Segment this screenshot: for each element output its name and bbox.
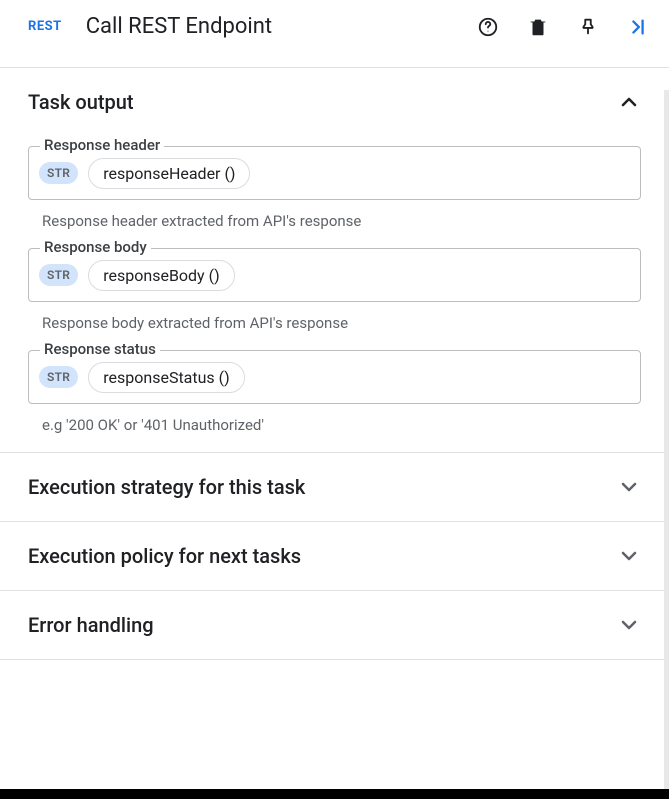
field-response-header: Response header STR responseHeader () xyxy=(28,146,641,200)
section-title: Task output xyxy=(28,90,134,114)
section-title: Error handling xyxy=(28,613,154,637)
chevron-down-icon xyxy=(617,544,641,568)
section-header-execution-strategy[interactable]: Execution strategy for this task xyxy=(0,453,669,521)
type-badge-str: STR xyxy=(39,366,78,388)
bottom-border xyxy=(0,789,669,799)
scrollbar[interactable] xyxy=(664,90,669,789)
type-badge-str: STR xyxy=(39,162,78,184)
chevron-down-icon xyxy=(617,475,641,499)
section-header-error-handling[interactable]: Error handling xyxy=(0,591,669,659)
section-title: Execution policy for next tasks xyxy=(28,544,301,568)
section-title: Execution strategy for this task xyxy=(28,475,305,499)
help-icon[interactable] xyxy=(477,16,499,38)
field-input-box[interactable]: STR responseHeader () xyxy=(28,146,641,200)
collapse-panel-icon[interactable] xyxy=(627,16,649,38)
section-error-handling: Error handling xyxy=(0,591,669,660)
header-actions xyxy=(477,16,649,38)
field-help-text: e.g '200 OK' or '401 Unauthorized' xyxy=(42,416,641,434)
field-input-box[interactable]: STR responseStatus () xyxy=(28,350,641,404)
chevron-down-icon xyxy=(617,613,641,637)
section-execution-strategy: Execution strategy for this task xyxy=(0,453,669,522)
section-header-task-output[interactable]: Task output xyxy=(0,68,669,128)
section-header-execution-policy[interactable]: Execution policy for next tasks xyxy=(0,522,669,590)
page-title: Call REST Endpoint xyxy=(86,14,465,39)
field-label: Response body xyxy=(40,238,151,256)
section-body-task-output: Response header STR responseHeader () Re… xyxy=(0,146,669,452)
field-response-body: Response body STR responseBody () xyxy=(28,248,641,302)
section-task-output: Task output Response header STR response… xyxy=(0,68,669,453)
field-label: Response header xyxy=(40,136,164,154)
type-badge-str: STR xyxy=(39,264,78,286)
chevron-up-icon xyxy=(617,90,641,114)
field-input-box[interactable]: STR responseBody () xyxy=(28,248,641,302)
value-pill[interactable]: responseBody () xyxy=(88,260,234,291)
delete-icon[interactable] xyxy=(527,16,549,38)
value-pill[interactable]: responseHeader () xyxy=(88,158,250,189)
value-pill[interactable]: responseStatus () xyxy=(88,362,244,393)
panel-header: REST Call REST Endpoint xyxy=(0,0,669,55)
section-execution-policy: Execution policy for next tasks xyxy=(0,522,669,591)
rest-badge: REST xyxy=(28,19,62,34)
field-help-text: Response header extracted from API's res… xyxy=(42,212,641,230)
field-response-status: Response status STR responseStatus () xyxy=(28,350,641,404)
pin-icon[interactable] xyxy=(577,16,599,38)
field-help-text: Response body extracted from API's respo… xyxy=(42,314,641,332)
field-label: Response status xyxy=(40,340,160,358)
